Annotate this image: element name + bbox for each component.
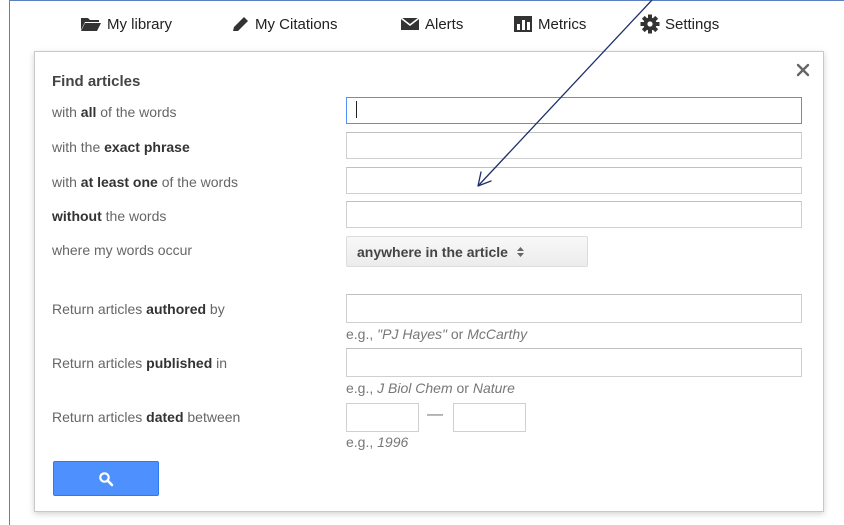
updown-icon xyxy=(516,246,524,257)
date-separator: — xyxy=(427,406,443,423)
dated-label: Return articles dated between xyxy=(52,409,241,425)
dialog-title: Find articles xyxy=(52,73,141,90)
all-words-label: with all of the words xyxy=(52,104,177,120)
exact-phrase-input[interactable] xyxy=(346,132,802,159)
publication-input[interactable] xyxy=(346,348,802,377)
nav-label: My Citations xyxy=(255,15,338,33)
nav-my-library[interactable]: My library xyxy=(80,14,172,34)
gear-icon xyxy=(640,14,660,34)
publication-hint: e.g., J Biol Chem or Nature xyxy=(346,380,515,396)
envelope-icon xyxy=(400,17,420,30)
date-from-input[interactable] xyxy=(346,403,419,432)
authored-label: Return articles authored by xyxy=(52,301,225,317)
exact-phrase-label: with the exact phrase xyxy=(52,139,190,155)
folder-icon xyxy=(81,18,101,31)
pencil-icon xyxy=(233,17,248,31)
nav-label: Alerts xyxy=(425,15,464,33)
date-hint: e.g., 1996 xyxy=(346,434,409,450)
without-words-label: without the words xyxy=(52,208,167,224)
all-words-input[interactable] xyxy=(346,97,802,124)
occur-select[interactable]: anywhere in the article xyxy=(346,236,588,267)
nav-label: Metrics xyxy=(538,15,587,33)
at-least-one-label: with at least one of the words xyxy=(52,174,238,190)
occur-label: where my words occur xyxy=(52,242,193,258)
search-button[interactable] xyxy=(53,461,159,496)
nav-metrics[interactable]: Metrics xyxy=(513,14,586,34)
close-icon[interactable] xyxy=(795,62,811,78)
author-input[interactable] xyxy=(346,294,802,323)
date-to-input[interactable] xyxy=(453,403,526,432)
nav-alerts[interactable]: Alerts xyxy=(400,14,463,34)
nav-label: My library xyxy=(107,15,173,33)
top-navigation: My library My Citations Alerts Metrics S… xyxy=(0,6,844,42)
window-border-left xyxy=(9,0,10,525)
at-least-one-input[interactable] xyxy=(346,167,802,194)
author-hint: e.g., "PJ Hayes" or McCarthy xyxy=(346,326,528,342)
published-label: Return articles published in xyxy=(52,355,228,371)
nav-my-citations[interactable]: My Citations xyxy=(230,14,338,34)
search-icon xyxy=(99,471,114,486)
bar-chart-icon xyxy=(514,16,532,32)
advanced-search-dialog: Find articles with all of the words with… xyxy=(34,51,824,512)
occur-select-value: anywhere in the article xyxy=(357,243,508,260)
window-border-top xyxy=(9,0,844,1)
text-cursor xyxy=(356,101,357,118)
nav-settings[interactable]: Settings xyxy=(640,14,719,34)
nav-label: Settings xyxy=(665,15,720,33)
without-words-input[interactable] xyxy=(346,201,802,228)
